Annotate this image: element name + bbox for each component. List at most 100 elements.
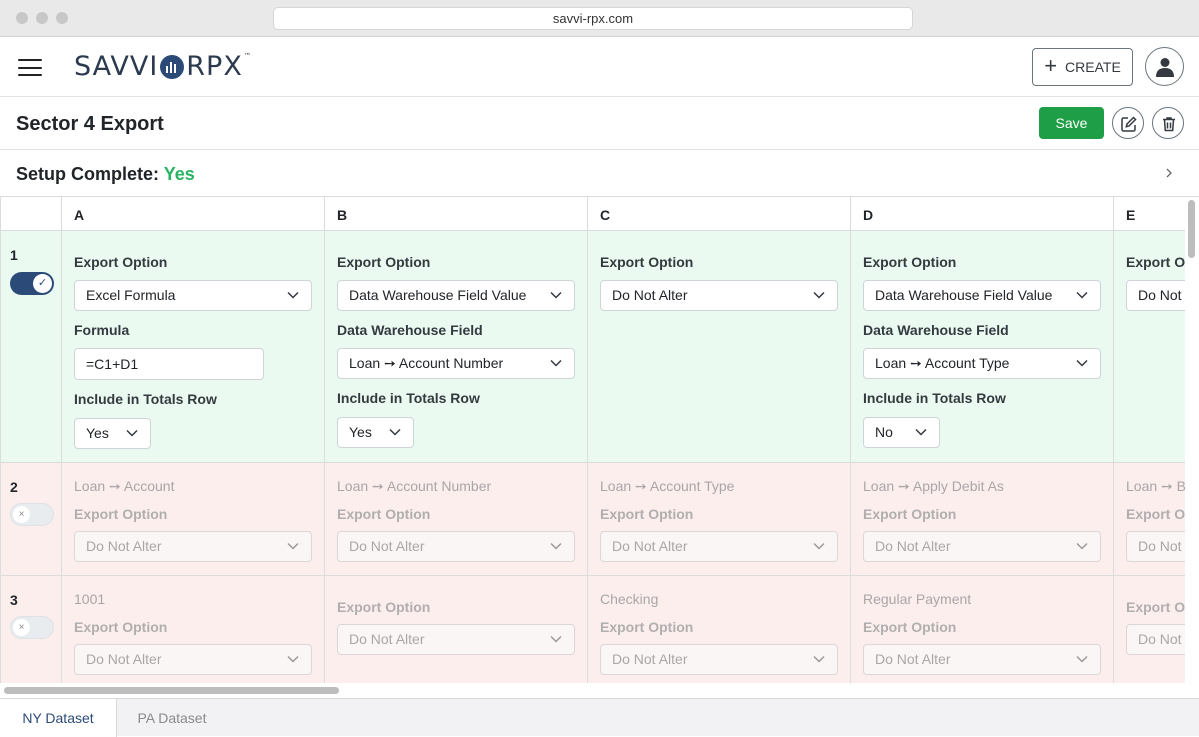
export-option-label: Export Option: [600, 619, 694, 635]
export-option-value: Excel Formula: [86, 287, 176, 303]
export-option-select[interactable]: Do Not Alter: [600, 531, 838, 562]
setup-status-bar[interactable]: Setup Complete: Yes: [0, 150, 1199, 197]
chevron-down-icon: [389, 428, 401, 436]
tab-pa-dataset[interactable]: PA Dataset: [117, 699, 227, 737]
savvi-rpx-logo[interactable]: SAVVI RPX ™: [74, 49, 252, 83]
cell-source-value: Regular Payment: [863, 591, 972, 607]
export-option-select[interactable]: Do Not Alter: [863, 644, 1101, 675]
row-header-2: 2 ×: [1, 463, 62, 576]
data-warehouse-field-value: Loan ➙ Account Number: [349, 355, 504, 371]
data-warehouse-field-select[interactable]: Loan ➙ Account Type: [863, 348, 1101, 379]
export-option-select[interactable]: Data Warehouse Field Value: [863, 280, 1101, 311]
cell-d1: Export Option Data Warehouse Field Value…: [851, 231, 1114, 463]
row-number: 2: [10, 479, 18, 495]
minimize-window-dot[interactable]: [36, 12, 48, 24]
export-option-select[interactable]: Do Not Alter: [600, 280, 838, 311]
edit-icon: [1121, 116, 1137, 132]
export-option-select[interactable]: Do Not Alter: [600, 644, 838, 675]
export-option-select[interactable]: Do Not Alter: [1126, 280, 1185, 311]
export-option-select[interactable]: Do Not Alter: [74, 644, 312, 675]
export-option-value: Do Not Alter: [612, 538, 688, 554]
totals-row-value: Yes: [86, 425, 109, 441]
cell-source-value: Loan ➙ Account Type: [600, 478, 735, 494]
totals-row-value: No: [875, 424, 893, 440]
cell-a2: Loan ➙ Account Export Option Do Not Alte…: [62, 463, 325, 576]
close-window-dot[interactable]: [16, 12, 28, 24]
cell-c2: Loan ➙ Account Type Export Option Do Not…: [588, 463, 851, 576]
chevron-down-icon: [813, 291, 825, 299]
row-enabled-toggle[interactable]: ✓: [10, 272, 54, 295]
totals-row-value: Yes: [349, 424, 372, 440]
export-option-select[interactable]: Do Not Alter: [74, 531, 312, 562]
cell-b1: Export Option Data Warehouse Field Value…: [325, 231, 588, 463]
column-header-d: D: [851, 197, 1114, 231]
export-option-value: Data Warehouse Field Value: [875, 287, 1053, 303]
hamburger-menu-icon[interactable]: [18, 59, 42, 76]
create-button-label: CREATE: [1065, 59, 1121, 75]
row-header-corner: [1, 197, 62, 231]
browser-chrome: savvi-rpx.com: [0, 0, 1199, 37]
chevron-down-icon: [550, 291, 562, 299]
logo-text-right: RPX: [186, 50, 243, 82]
export-option-select[interactable]: Do Not Alter: [337, 531, 575, 562]
delete-button[interactable]: [1152, 107, 1184, 139]
totals-row-select[interactable]: Yes: [337, 417, 414, 448]
page-header: Sector 4 Export Save: [0, 97, 1199, 150]
dataset-tabs: NY Dataset PA Dataset: [0, 698, 1199, 737]
chevron-right-icon[interactable]: [1163, 167, 1175, 179]
export-option-select[interactable]: Data Warehouse Field Value: [337, 280, 575, 311]
chevron-down-icon: [126, 429, 138, 437]
totals-row-select[interactable]: No: [863, 417, 940, 448]
row-header-1: 1 ✓: [1, 231, 62, 463]
edit-button[interactable]: [1112, 107, 1144, 139]
tab-ny-dataset[interactable]: NY Dataset: [0, 699, 117, 737]
export-option-label: Export Option: [74, 506, 168, 522]
export-option-select[interactable]: Excel Formula: [74, 280, 312, 311]
export-option-select[interactable]: Do Not Alter: [1126, 531, 1185, 562]
check-icon: ✓: [33, 274, 52, 293]
cell-c3: Checking Export Option Do Not Alter: [588, 576, 851, 683]
formula-input[interactable]: =C1+D1: [74, 348, 264, 380]
maximize-window-dot[interactable]: [56, 12, 68, 24]
column-header-c: C: [588, 197, 851, 231]
cell-source-value: Loan ➙ Account: [74, 478, 175, 494]
chevron-down-icon: [287, 291, 299, 299]
create-button[interactable]: + CREATE: [1032, 48, 1133, 86]
export-option-select[interactable]: Do Not Alter: [337, 624, 575, 655]
user-avatar-button[interactable]: [1145, 47, 1184, 86]
cell-source-value: 1001: [74, 591, 106, 607]
column-header-a: A: [62, 197, 325, 231]
export-option-select[interactable]: Do Not Alter: [863, 531, 1101, 562]
horizontal-scrollbar[interactable]: [4, 687, 339, 694]
row-enabled-toggle[interactable]: ×: [10, 503, 54, 526]
export-option-label: Export Option: [600, 254, 694, 270]
export-option-value: Data Warehouse Field Value: [349, 287, 527, 303]
chevron-down-icon: [1076, 291, 1088, 299]
totals-row-select[interactable]: Yes: [74, 418, 151, 449]
export-option-label: Export Option: [863, 254, 957, 270]
user-icon: [1156, 58, 1174, 77]
export-option-value: Do Not Alter: [1138, 538, 1185, 554]
top-navbar: SAVVI RPX ™ + CREATE: [0, 37, 1199, 97]
export-option-value: Do Not Alter: [612, 651, 688, 667]
export-option-value: Do Not Alter: [875, 538, 951, 554]
data-warehouse-field-label: Data Warehouse Field: [863, 322, 1009, 338]
export-option-select[interactable]: Do Not Alter: [1126, 624, 1185, 655]
logo-text-left: SAVVI: [74, 50, 159, 82]
address-bar[interactable]: savvi-rpx.com: [273, 7, 913, 30]
column-header-b: B: [325, 197, 588, 231]
cell-e1: Export Option Do Not Alter: [1114, 231, 1185, 463]
save-button[interactable]: Save: [1039, 107, 1104, 139]
data-warehouse-field-select[interactable]: Loan ➙ Account Number: [337, 348, 575, 379]
export-option-value: Do Not Alter: [86, 538, 162, 554]
row-enabled-toggle[interactable]: ×: [10, 616, 54, 639]
cell-source-value: Loan ➙ Apply Debit As: [863, 478, 1004, 494]
cell-b2: Loan ➙ Account Number Export Option Do N…: [325, 463, 588, 576]
setup-status-value: Yes: [163, 164, 195, 184]
cell-source-value: Checking: [600, 591, 659, 607]
totals-row-label: Include in Totals Row: [74, 391, 217, 407]
export-option-value: Do Not Alter: [612, 287, 688, 303]
cell-source-value: Loan ➙ Account Number: [337, 478, 492, 494]
totals-row-label: Include in Totals Row: [337, 390, 480, 406]
vertical-scrollbar[interactable]: [1188, 200, 1195, 258]
